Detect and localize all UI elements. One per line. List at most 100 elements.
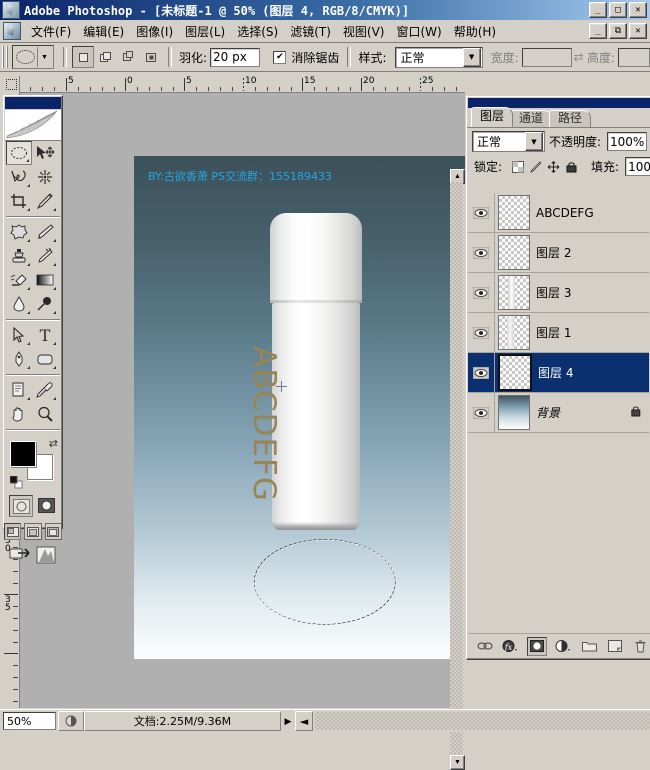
canvas-viewport[interactable]: BY:古欲香萧 PS交流群：155189433 ABCDEFG (20, 93, 465, 708)
layer-thumbnail[interactable] (498, 395, 530, 430)
table-row[interactable]: 图层 1 (468, 313, 649, 353)
standard-screen-mode-button[interactable] (4, 523, 21, 540)
maximize-button[interactable]: □ (609, 2, 627, 18)
lock-all-icon[interactable] (565, 160, 578, 173)
new-fill-adjustment-layer-button[interactable] (554, 638, 572, 655)
fill-input[interactable]: 100% (625, 157, 650, 176)
layers-list[interactable]: ABCDEFG 图层 2 图层 3 (468, 193, 649, 528)
healing-brush-tool[interactable] (6, 220, 32, 244)
standard-mode-button[interactable] (9, 495, 33, 517)
blur-tool[interactable] (6, 292, 32, 316)
gradient-tool[interactable] (32, 268, 58, 292)
options-bar-grip[interactable] (2, 46, 9, 68)
new-layer-button[interactable] (606, 638, 624, 655)
menu-file[interactable]: 文件(F) (25, 21, 77, 42)
layer-thumbnail[interactable] (498, 275, 530, 310)
slice-tool[interactable] (32, 189, 58, 213)
path-selection-tool[interactable] (6, 323, 32, 347)
table-row[interactable]: 背景 (468, 393, 649, 433)
lock-transparent-pixels-icon[interactable] (511, 160, 524, 173)
table-row[interactable]: 图层 2 (468, 233, 649, 273)
clone-stamp-tool[interactable] (6, 244, 32, 268)
foreground-color-swatch[interactable] (10, 441, 36, 467)
chevron-down-icon[interactable]: ▼ (525, 132, 543, 151)
full-screen-with-menubar-button[interactable] (24, 523, 41, 540)
intersect-with-selection-button[interactable] (141, 46, 163, 68)
layer-thumbnail[interactable] (498, 235, 530, 270)
status-resize-handle[interactable]: ◄ (295, 711, 313, 731)
subtract-from-selection-button[interactable] (118, 46, 140, 68)
layer-thumbnail[interactable] (498, 195, 530, 230)
table-row[interactable]: ABCDEFG (468, 193, 649, 233)
scroll-down-button[interactable]: ▼ (450, 755, 465, 770)
ruler-corner[interactable] (3, 76, 20, 93)
tab-layers[interactable]: 图层 (471, 107, 513, 127)
rectangle-shape-tool[interactable] (32, 347, 58, 371)
eyedropper-tool[interactable] (32, 378, 58, 402)
brush-tool[interactable] (32, 220, 58, 244)
layer-visibility-toggle[interactable] (468, 393, 495, 432)
layer-thumbnail[interactable] (498, 315, 530, 350)
width-input[interactable] (522, 48, 572, 67)
status-menu-arrow-icon[interactable]: ▶ (281, 716, 295, 727)
link-layers-button[interactable] (476, 638, 494, 655)
blend-mode-select[interactable]: 正常 ▼ (472, 131, 545, 152)
delete-layer-button[interactable] (631, 638, 649, 655)
doc-close-button[interactable]: ✕ (629, 23, 647, 39)
hand-tool[interactable] (6, 402, 32, 426)
pen-tool[interactable] (6, 347, 32, 371)
magic-wand-tool[interactable] (32, 165, 58, 189)
menu-edit[interactable]: 编辑(E) (77, 21, 130, 42)
add-to-selection-button[interactable] (95, 46, 117, 68)
preview-icon[interactable] (58, 711, 84, 731)
add-layer-mask-button[interactable] (527, 637, 547, 656)
doc-minimize-button[interactable]: _ (589, 23, 607, 39)
layer-thumbnail[interactable] (498, 354, 532, 391)
close-button[interactable]: ✕ (629, 2, 647, 18)
doc-restore-button[interactable]: ⧉ (609, 23, 627, 39)
layer-style-button[interactable]: fx (501, 638, 519, 655)
layer-visibility-toggle[interactable] (468, 193, 495, 232)
quick-mask-mode-button[interactable] (35, 495, 57, 515)
new-group-button[interactable] (580, 638, 598, 655)
elliptical-marquee-tool[interactable] (6, 141, 32, 165)
swap-dimensions-icon[interactable]: ⇄ (572, 50, 585, 64)
lock-image-pixels-icon[interactable] (529, 160, 542, 173)
ellipse-selection-marquee[interactable] (254, 539, 396, 625)
lasso-tool[interactable] (6, 165, 32, 189)
image-canvas[interactable]: BY:古欲香萧 PS交流群：155189433 ABCDEFG (134, 156, 465, 659)
lock-position-icon[interactable] (547, 160, 560, 173)
toolbox-titlebar[interactable] (5, 97, 61, 109)
crop-tool[interactable] (6, 189, 32, 213)
zoom-level-input[interactable]: 50% (3, 712, 56, 730)
zoom-tool[interactable] (32, 402, 58, 426)
tab-channels[interactable]: 通道 (510, 110, 552, 127)
menu-image[interactable]: 图像(I) (130, 21, 179, 42)
menu-help[interactable]: 帮助(H) (448, 21, 502, 42)
opacity-input[interactable]: 100% (607, 132, 647, 151)
imageready-icon[interactable] (35, 546, 57, 567)
jump-to-imageready-button[interactable] (9, 546, 31, 567)
style-select[interactable]: 正常 ▼ (395, 47, 482, 68)
tool-preset-picker[interactable]: ▼ (12, 45, 54, 69)
chevron-down-icon[interactable]: ▼ (463, 48, 481, 67)
document-icon[interactable] (3, 22, 21, 40)
new-selection-button[interactable] (72, 46, 94, 68)
move-tool[interactable] (32, 141, 58, 165)
dodge-tool[interactable] (32, 292, 58, 316)
tab-paths[interactable]: 路径 (549, 110, 591, 127)
notes-tool[interactable] (6, 378, 32, 402)
menu-select[interactable]: 选择(S) (231, 21, 284, 42)
chevron-down-icon[interactable]: ▼ (37, 47, 51, 67)
menu-view[interactable]: 视图(V) (337, 21, 391, 42)
minimize-button[interactable]: _ (589, 2, 607, 18)
menu-filter[interactable]: 滤镜(T) (284, 21, 337, 42)
default-colors-icon[interactable] (10, 476, 23, 489)
height-input[interactable] (618, 48, 650, 67)
menu-window[interactable]: 窗口(W) (390, 21, 447, 42)
scroll-track[interactable] (450, 182, 463, 755)
layer-visibility-toggle[interactable] (468, 313, 495, 352)
type-tool[interactable]: T (32, 323, 58, 347)
table-row[interactable]: 图层 4 (468, 353, 649, 393)
swap-colors-icon[interactable]: ⇄ (49, 437, 58, 450)
